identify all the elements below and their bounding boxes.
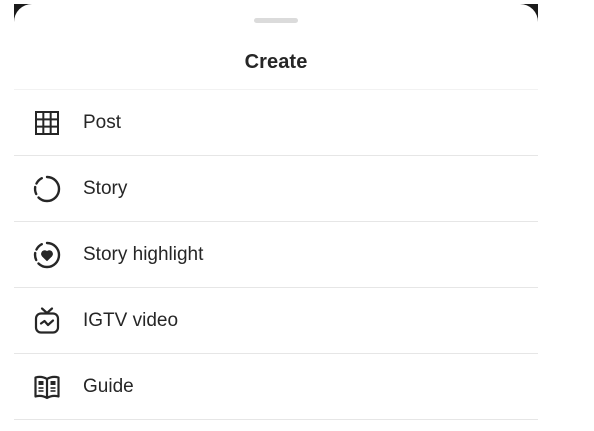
menu-item-story[interactable]: Story xyxy=(14,156,538,222)
grid-icon xyxy=(32,108,62,138)
menu-item-label: Guide xyxy=(83,376,134,397)
menu-item-igtv-video[interactable]: IGTV video xyxy=(14,288,538,354)
menu-item-post[interactable]: Post xyxy=(14,90,538,156)
screen: Create Post Story Story highlight IGTV v… xyxy=(0,0,594,431)
menu-item-story-highlight[interactable]: Story highlight xyxy=(14,222,538,288)
menu-item-label: Post xyxy=(83,112,122,133)
sheet-grabber-handle[interactable] xyxy=(254,18,298,23)
guide-book-icon xyxy=(32,372,62,402)
create-menu: Post Story Story highlight IGTV video Gu… xyxy=(14,90,538,420)
sheet-title: Create xyxy=(244,51,308,73)
menu-item-label: Story xyxy=(83,178,128,199)
menu-item-guide[interactable]: Guide xyxy=(14,354,538,420)
story-dashed-circle-icon xyxy=(32,174,62,204)
menu-item-label: Story highlight xyxy=(83,244,204,265)
create-bottom-sheet: Create Post Story Story highlight IGTV v… xyxy=(14,4,538,431)
igtv-tv-icon xyxy=(32,306,62,336)
story-highlight-heart-icon xyxy=(32,240,62,270)
menu-item-label: IGTV video xyxy=(83,310,179,331)
